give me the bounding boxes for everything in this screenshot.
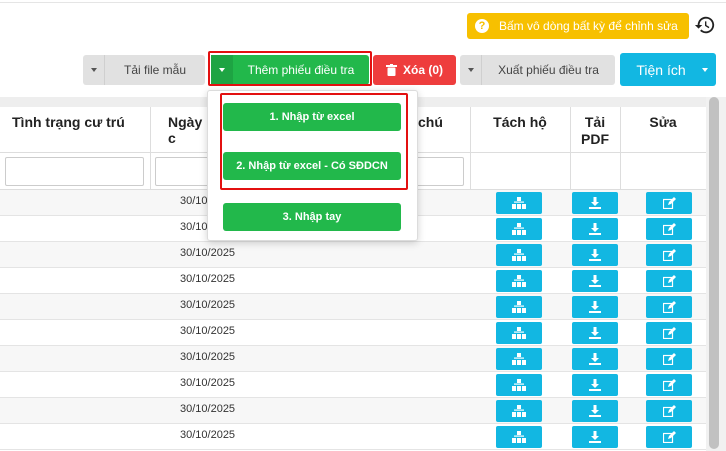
split-household-icon[interactable] [496,426,542,448]
table-row[interactable]: 30/10/2025 [0,372,706,398]
chevron-down-icon[interactable] [460,55,482,85]
split-household-icon[interactable] [496,270,542,292]
col-download-pdf-line2: PDF [581,131,609,147]
date-filter-input[interactable] [155,157,215,186]
residence-status-filter-input[interactable] [5,157,144,186]
col-download-pdf: Tải PDF [570,107,620,152]
row-date: 30/10 [180,221,208,233]
download-pdf-icon[interactable] [572,426,618,448]
download-pdf-icon[interactable] [572,192,618,214]
edit-icon[interactable] [646,192,692,214]
download-pdf-icon[interactable] [572,348,618,370]
col-note: chú [418,114,443,130]
chevron-down-icon [694,53,716,86]
menu-highlight [220,93,408,190]
table-row[interactable]: 30/10/2025 [0,268,706,294]
delete-label: Xóa (0) [402,63,443,77]
split-household-icon[interactable] [496,322,542,344]
download-pdf-icon[interactable] [572,322,618,344]
split-household-icon[interactable] [496,400,542,422]
chevron-down-icon[interactable] [83,55,105,85]
download-pdf-icon[interactable] [572,218,618,240]
split-household-icon[interactable] [496,374,542,396]
edit-icon[interactable] [646,374,692,396]
table-row[interactable]: 30/10/2025 [0,294,706,320]
history-icon[interactable] [694,14,716,36]
export-survey-label: Xuất phiếu điều tra [498,63,599,77]
row-date: 30/10/2025 [180,429,236,441]
download-pdf-icon[interactable] [572,296,618,318]
col-edit: Sửa [649,114,677,130]
edit-icon[interactable] [646,244,692,266]
edit-hint-text: Bấm vô dòng bất kỳ để chỉnh sửa [499,19,678,33]
edit-icon[interactable] [646,218,692,240]
split-household-icon[interactable] [496,296,542,318]
col-residence-status: Tình trạng cư trú [12,114,125,130]
row-date: 30/10/2025 [180,351,236,363]
row-date: 30/10/2025 [180,377,236,389]
row-date: 30/10/2025 [180,325,236,337]
download-template-button[interactable]: Tải file mẫu [83,55,205,85]
table-row[interactable]: 30/10/2025 [0,242,706,268]
table-row[interactable]: 30/10/2025 [0,346,706,372]
scrollbar-thumb[interactable] [709,97,719,449]
col-split-household: Tách hộ [493,114,547,130]
col-download-pdf-line1: Tải [584,114,606,130]
split-household-icon[interactable] [496,348,542,370]
row-date: 30/10/2025 [180,403,236,415]
row-date: 30/10/2025 [180,299,236,311]
edit-icon[interactable] [646,400,692,422]
utilities-label: Tiện ích [636,61,686,78]
download-pdf-icon[interactable] [572,270,618,292]
delete-button[interactable]: Xóa (0) [373,55,456,85]
note-filter-input[interactable] [410,157,464,186]
edit-icon[interactable] [646,322,692,344]
split-household-icon[interactable] [496,192,542,214]
split-household-icon[interactable] [496,244,542,266]
download-pdf-icon[interactable] [572,244,618,266]
export-survey-button[interactable]: Xuất phiếu điều tra [460,55,615,85]
download-template-label: Tải file mẫu [123,63,187,77]
menu-manual-entry[interactable]: 3. Nhập tay [223,203,401,231]
edit-icon[interactable] [646,270,692,292]
edit-icon[interactable] [646,426,692,448]
app-root: ? Bấm vô dòng bất kỳ để chỉnh sửa Tải fi… [0,0,726,451]
utilities-button[interactable]: Tiện ích [620,53,716,86]
table-row[interactable]: 30/10/2025 [0,320,706,346]
trash-icon [385,64,397,76]
col-date: Ngày c [168,114,203,146]
row-date: 30/10/2025 [180,273,236,285]
question-icon: ? [475,19,489,33]
split-household-icon[interactable] [496,218,542,240]
edit-icon[interactable] [646,348,692,370]
row-date: 30/10/2025 [180,247,236,259]
edit-icon[interactable] [646,296,692,318]
add-survey-highlight [208,51,372,86]
download-pdf-icon[interactable] [572,374,618,396]
download-pdf-icon[interactable] [572,400,618,422]
top-border [0,0,726,3]
table-row[interactable]: 30/10/2025 [0,398,706,424]
row-date: 30/10 [180,195,208,207]
edit-hint-badge: ? Bấm vô dòng bất kỳ để chỉnh sửa [467,13,689,39]
table-row[interactable]: 30/10/2025 [0,424,706,450]
